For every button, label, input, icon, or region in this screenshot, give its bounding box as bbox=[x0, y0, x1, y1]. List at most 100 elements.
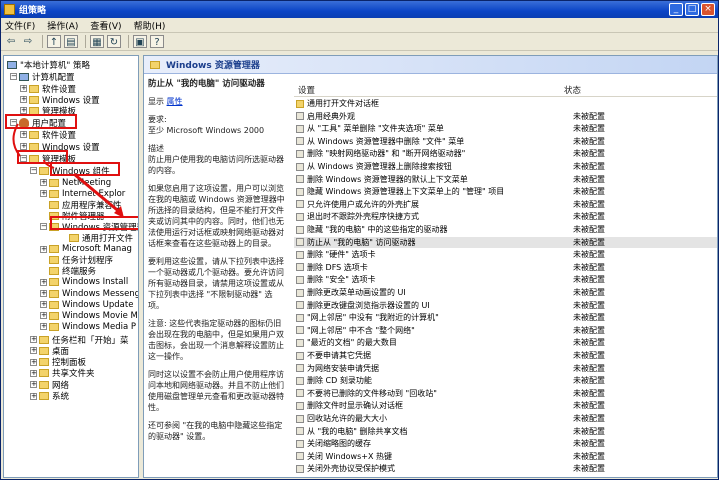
column-setting[interactable]: 设置 bbox=[294, 84, 560, 96]
setting-row[interactable]: 防止从 "我的电脑" 访问驱动器 未被配置 bbox=[294, 236, 717, 248]
setting-row[interactable]: 删除 "映射网络驱动器" 和 "断开网络驱动器" 未被配置 bbox=[294, 148, 717, 159]
close-button[interactable]: × bbox=[701, 3, 715, 16]
setting-row[interactable]: 从 Windows 资源管理器上删除搜索按钮 未被配置 bbox=[294, 161, 717, 172]
policy-setting-icon bbox=[296, 275, 304, 284]
setting-row[interactable]: 删除 DFS 选项卡 未被配置 bbox=[294, 262, 717, 273]
folder-icon bbox=[296, 99, 304, 108]
menu-file[interactable]: 文件(F) bbox=[5, 19, 35, 32]
details-pane: Windows 资源管理器 防止从 "我的电脑" 访问驱动器 显示 属性 要求:… bbox=[143, 55, 718, 478]
description-text: 注意: 这些代表指定驱动器的图标仍旧会出现在我的电脑中，但是如果用户双击图标，会… bbox=[148, 319, 284, 361]
tree-pane[interactable]: "本地计算机" 策略 − 计算机配置 + 软件设置 + Windows 设置 +… bbox=[3, 55, 139, 478]
setting-row[interactable]: 删除更改键盘浏览指示器设置的 UI 未被配置 bbox=[294, 300, 717, 311]
setting-name: 删除 CD 刻录功能 bbox=[307, 376, 372, 386]
policy-setting-icon bbox=[296, 225, 304, 234]
setting-row[interactable]: 只允许使用户或允许的外壳扩展 未被配置 bbox=[294, 199, 717, 210]
description-text: 要利用这些设置，请从下拉列表中选择一个驱动器或几个驱动器。要允许访问所有驱动器目… bbox=[148, 257, 284, 310]
setting-row[interactable]: 关闭缩略图的缓存 未被配置 bbox=[294, 438, 717, 449]
setting-row[interactable]: 通用打开文件对话框 bbox=[294, 98, 717, 109]
setting-row[interactable]: 删除 "安全" 选项卡 未被配置 bbox=[294, 274, 717, 285]
setting-row[interactable]: 隐藏 Windows 资源管理器上下文菜单上的 "管理" 项目 未被配置 bbox=[294, 186, 717, 197]
setting-state: 未被配置 bbox=[573, 451, 605, 461]
policy-setting-icon bbox=[296, 162, 304, 171]
menu-help[interactable]: 帮助(H) bbox=[134, 19, 166, 32]
menu-action[interactable]: 操作(A) bbox=[47, 19, 78, 32]
description-text: 同时这以设置不会防止用户使用程序访问本地和网络驱动器。并且不防止他们使用磁盘管理… bbox=[148, 370, 284, 412]
policy-setting-icon bbox=[296, 238, 304, 247]
setting-row[interactable]: 关闭外壳协议受保护模式 未被配置 bbox=[294, 463, 717, 474]
policy-setting-icon bbox=[296, 112, 304, 121]
setting-state: 未被配置 bbox=[573, 187, 605, 197]
setting-row[interactable]: 关闭 Windows+X 热键 未被配置 bbox=[294, 451, 717, 462]
setting-state: 未被配置 bbox=[573, 338, 605, 348]
settings-list: 通用打开文件对话框 启用经典外观 未被配置从 "工具" 菜单删除 "文件夹选项" 菜… bbox=[294, 98, 717, 477]
section-header-title: Windows 资源管理器 bbox=[166, 61, 260, 71]
properties-link[interactable]: 属性 bbox=[167, 97, 183, 106]
setting-row[interactable]: 删除更改菜单动画设置的 UI 未被配置 bbox=[294, 287, 717, 298]
policy-setting-icon bbox=[296, 212, 304, 221]
back-icon[interactable]: ⇦ bbox=[4, 35, 18, 48]
setting-row[interactable]: 隐藏 "我的电脑" 中的这些指定的驱动器 未被配置 bbox=[294, 224, 717, 235]
column-state[interactable]: 状态 bbox=[560, 84, 581, 96]
setting-row[interactable]: 不要申请其它凭据 未被配置 bbox=[294, 350, 717, 361]
setting-name: 从 "工具" 菜单删除 "文件夹选项" 菜单 bbox=[307, 124, 444, 134]
policy-setting-icon bbox=[296, 313, 304, 322]
minimize-button[interactable]: _ bbox=[669, 3, 683, 16]
setting-row[interactable]: 从 "我的电脑" 删除共享文档 未被配置 bbox=[294, 426, 717, 437]
policy-setting-icon bbox=[296, 389, 304, 398]
setting-state: 未被配置 bbox=[573, 174, 605, 184]
policy-setting-icon bbox=[296, 464, 304, 473]
setting-row[interactable]: 从 "工具" 菜单删除 "文件夹选项" 菜单 未被配置 bbox=[294, 123, 717, 134]
setting-state: 未被配置 bbox=[573, 250, 605, 260]
setting-name: 关闭外壳协议受保护模式 bbox=[307, 464, 395, 474]
setting-row[interactable]: "最近的文档" 的最大数目 未被配置 bbox=[294, 337, 717, 348]
policy-setting-icon bbox=[296, 301, 304, 310]
setting-state: 未被配置 bbox=[573, 212, 605, 222]
policy-setting-icon bbox=[296, 401, 304, 410]
forward-icon[interactable]: ⇨ bbox=[21, 35, 35, 48]
policy-setting-icon bbox=[296, 149, 304, 158]
setting-state: 未被配置 bbox=[573, 300, 605, 310]
folder-icon bbox=[150, 60, 160, 69]
setting-row[interactable]: 为网络安装申请凭据 未被配置 bbox=[294, 363, 717, 374]
setting-row[interactable]: 退出时不跟踪外壳程序快捷方式 未被配置 bbox=[294, 211, 717, 222]
toolbar-separator bbox=[85, 35, 86, 48]
menu-view[interactable]: 查看(V) bbox=[90, 19, 121, 32]
setting-state: 未被配置 bbox=[573, 262, 605, 272]
description-block: 描述 防止用户使用我的电脑访问所选驱动器的内容。 bbox=[148, 143, 288, 176]
export-icon[interactable]: ▣ bbox=[133, 35, 147, 48]
setting-name: 从 Windows 资源管理器中删除 "文件" 菜单 bbox=[307, 136, 465, 146]
setting-row[interactable]: 不要将已删除的文件移动到 "回收站" 未被配置 bbox=[294, 388, 717, 399]
description-text: 防止用户使用我的电脑访问所选驱动器的内容。 bbox=[148, 155, 284, 175]
help-icon[interactable]: ? bbox=[150, 35, 164, 48]
setting-row[interactable]: 回收站允许的最大大小 未被配置 bbox=[294, 413, 717, 424]
menu-bar: 文件(F) 操作(A) 查看(V) 帮助(H) bbox=[1, 18, 718, 33]
toolbar: ⇦ ⇨ ↑ ▤ ▦ ↻ ▣ ? bbox=[1, 33, 718, 51]
policy-setting-icon bbox=[296, 338, 304, 347]
setting-name: 防止从 "我的电脑" 访问驱动器 bbox=[307, 237, 416, 247]
refresh-icon[interactable]: ↻ bbox=[107, 35, 121, 48]
policy-title: 防止从 "我的电脑" 访问驱动器 bbox=[148, 79, 265, 89]
setting-row[interactable]: 删除 CD 刻录功能 未被配置 bbox=[294, 375, 717, 386]
setting-name: 通用打开文件对话框 bbox=[307, 99, 379, 109]
show-tree-icon[interactable]: ▤ bbox=[64, 35, 78, 48]
setting-name: 删除 Windows 资源管理器的默认上下文菜单 bbox=[307, 174, 468, 184]
setting-name: 只允许使用户或允许的外壳扩展 bbox=[307, 199, 419, 209]
setting-row[interactable]: 删除文件时显示确认对话框 未被配置 bbox=[294, 400, 717, 411]
setting-name: "网上邻居" 中不含 "整个网络" bbox=[307, 325, 415, 335]
maximize-button[interactable]: □ bbox=[685, 3, 699, 16]
setting-row[interactable]: "网上邻居" 中不含 "整个网络" 未被配置 bbox=[294, 325, 717, 336]
setting-row[interactable]: 删除 "硬件" 选项卡 未被配置 bbox=[294, 249, 717, 260]
setting-name: 从 Windows 资源管理器上删除搜索按钮 bbox=[307, 162, 452, 172]
up-icon[interactable]: ↑ bbox=[47, 35, 61, 48]
setting-row[interactable]: 从 Windows 资源管理器中删除 "文件" 菜单 未被配置 bbox=[294, 136, 717, 147]
setting-name: 从 "我的电脑" 删除共享文档 bbox=[307, 426, 408, 436]
setting-row[interactable]: "网上邻居" 中没有 "我附近的计算机" 未被配置 bbox=[294, 312, 717, 323]
window-title: 组策略 bbox=[19, 6, 47, 16]
setting-row[interactable]: 删除 Windows 资源管理器的默认上下文菜单 未被配置 bbox=[294, 174, 717, 185]
policy-setting-icon bbox=[296, 452, 304, 461]
setting-row[interactable]: 启用经典外观 未被配置 bbox=[294, 111, 717, 122]
group-policy-window: 组策略 _ □ × 文件(F) 操作(A) 查看(V) 帮助(H) ⇦ ⇨ ↑ … bbox=[0, 0, 719, 480]
policy-setting-icon bbox=[296, 124, 304, 133]
description-panel: 防止从 "我的电脑" 访问驱动器 显示 属性 要求: 至少 Microsoft W… bbox=[144, 75, 292, 477]
properties-icon[interactable]: ▦ bbox=[90, 35, 104, 48]
